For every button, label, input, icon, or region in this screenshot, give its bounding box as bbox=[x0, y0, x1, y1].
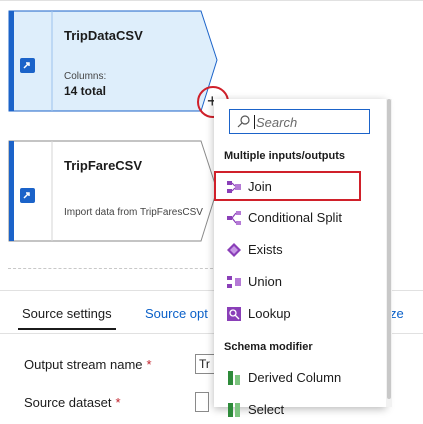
source-dataset-icon bbox=[19, 57, 36, 74]
source-dataset-select[interactable] bbox=[195, 392, 209, 412]
union-icon bbox=[227, 276, 241, 288]
source-node-tripdatacsv[interactable]: TripDataCSV Columns: 14 total bbox=[8, 10, 218, 112]
text-caret bbox=[254, 115, 255, 129]
search-icon bbox=[237, 115, 250, 128]
node-shape bbox=[8, 140, 218, 242]
exists-icon bbox=[227, 243, 241, 257]
menu-item-exists[interactable]: Exists bbox=[214, 234, 386, 264]
menu-item-label: Union bbox=[248, 274, 282, 289]
menu-item-label: Lookup bbox=[248, 306, 291, 321]
derived-column-icon bbox=[228, 371, 240, 385]
node-columns-value: 14 total bbox=[64, 84, 107, 98]
menu-item-select[interactable]: Select bbox=[214, 394, 386, 424]
menu-item-union[interactable]: Union bbox=[214, 266, 386, 296]
menu-search-box[interactable] bbox=[229, 109, 370, 134]
lookup-icon bbox=[227, 307, 241, 321]
menu-item-label: Select bbox=[248, 402, 285, 417]
output-stream-name-label: Output stream name * bbox=[24, 357, 152, 372]
canvas-top-border bbox=[0, 0, 423, 1]
source-dataset-label: Source dataset * bbox=[24, 395, 121, 410]
node-shape bbox=[8, 10, 218, 112]
tab-source-options[interactable]: Source opt bbox=[145, 306, 208, 321]
menu-item-label: Exists bbox=[248, 242, 283, 257]
menu-item-label: Conditional Split bbox=[248, 210, 342, 225]
menu-item-label: Derived Column bbox=[248, 370, 342, 385]
node-columns-label: Columns: bbox=[64, 71, 107, 82]
section-multiple-inputs-outputs: Multiple inputs/outputs bbox=[224, 150, 345, 162]
source-node-tripfarecsv[interactable]: TripFareCSV Import data from TripFaresCS… bbox=[8, 140, 218, 242]
section-schema-modifier: Schema modifier bbox=[224, 341, 313, 353]
menu-scrollbar-thumb[interactable] bbox=[387, 99, 391, 399]
search-input[interactable] bbox=[256, 113, 366, 131]
node-title: TripFareCSV bbox=[64, 158, 143, 173]
conditional-split-icon bbox=[227, 211, 241, 225]
source-dataset-icon bbox=[19, 187, 36, 204]
select-icon bbox=[228, 403, 240, 417]
join-highlight-box bbox=[214, 171, 361, 201]
node-title: TripDataCSV bbox=[64, 28, 143, 43]
node-description: Import data from TripFaresCSV bbox=[64, 207, 203, 218]
tab-optimize[interactable]: ze bbox=[390, 306, 404, 321]
menu-item-derived-column[interactable]: Derived Column bbox=[214, 362, 386, 392]
transformation-menu: Multiple inputs/outputs Join Conditional… bbox=[214, 99, 386, 417]
menu-item-lookup[interactable]: Lookup bbox=[214, 298, 386, 328]
drop-zone-border bbox=[8, 268, 218, 269]
tab-source-settings[interactable]: Source settings bbox=[18, 306, 116, 330]
menu-item-conditional-split[interactable]: Conditional Split bbox=[214, 202, 386, 232]
